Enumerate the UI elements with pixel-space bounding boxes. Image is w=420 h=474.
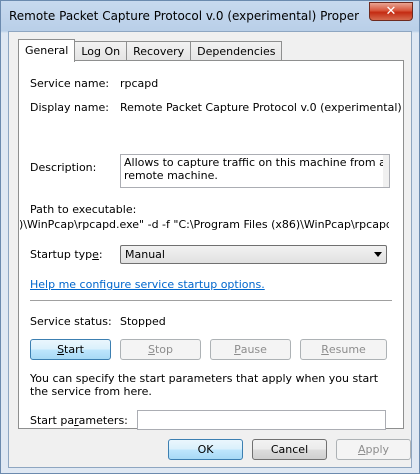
tab-dependencies[interactable]: Dependencies xyxy=(190,41,283,61)
close-icon: ✕ xyxy=(385,4,397,19)
startup-type-select[interactable]: Manual xyxy=(120,245,387,264)
tab-strip: General Log On Recovery Dependencies xyxy=(18,39,283,62)
tab-general[interactable]: General xyxy=(18,39,76,62)
properties-window: Remote Packet Capture Protocol v.0 (expe… xyxy=(0,0,420,474)
start-button[interactable]: Start xyxy=(30,339,111,360)
ok-button[interactable]: OK xyxy=(168,439,243,460)
start-params-input[interactable] xyxy=(137,410,386,430)
dialog-client-area: General Log On Recovery Dependencies Ser… xyxy=(8,31,412,468)
window-title: Remote Packet Capture Protocol v.0 (expe… xyxy=(9,9,359,23)
display-name-value: Remote Packet Capture Protocol v.0 (expe… xyxy=(120,101,402,114)
cancel-button[interactable]: Cancel xyxy=(252,439,327,460)
resume-button[interactable]: Resume xyxy=(300,339,387,360)
title-bar[interactable]: Remote Packet Capture Protocol v.0 (expe… xyxy=(1,1,419,31)
description-textbox[interactable]: Allows to capture traffic on this machin… xyxy=(120,154,390,188)
tab-log-on[interactable]: Log On xyxy=(74,41,128,61)
tab-recovery[interactable]: Recovery xyxy=(126,41,192,61)
close-button[interactable]: ✕ xyxy=(369,2,413,21)
description-value: Allows to capture traffic on this machin… xyxy=(124,156,386,182)
service-status-label: Service status: xyxy=(30,315,112,328)
stop-button[interactable]: Stop xyxy=(120,339,201,360)
service-name-label: Service name: xyxy=(30,77,110,90)
display-name-label: Display name: xyxy=(30,101,109,114)
start-params-info: You can specify the start parameters tha… xyxy=(30,372,379,398)
apply-button[interactable]: Apply xyxy=(336,439,411,460)
service-status-value: Stopped xyxy=(120,315,166,328)
separator xyxy=(30,300,392,302)
service-name-value: rpcapd xyxy=(120,77,159,90)
general-tab-panel: Service name: rpcapd Display name: Remot… xyxy=(18,60,404,430)
startup-type-value: Manual xyxy=(125,248,165,261)
description-label: Description: xyxy=(30,161,97,174)
path-value: )\WinPcap\rpcapd.exe" -d -f "C:\Program … xyxy=(19,218,389,231)
startup-type-label: Startup type: xyxy=(30,248,103,261)
description-scrollbar[interactable] xyxy=(383,155,389,187)
path-label: Path to executable: xyxy=(30,203,137,216)
chevron-down-icon xyxy=(374,252,382,257)
help-configure-link[interactable]: Help me configure service startup option… xyxy=(30,278,265,291)
start-params-label: Start parameters: xyxy=(30,414,128,427)
pause-button[interactable]: Pause xyxy=(210,339,291,360)
